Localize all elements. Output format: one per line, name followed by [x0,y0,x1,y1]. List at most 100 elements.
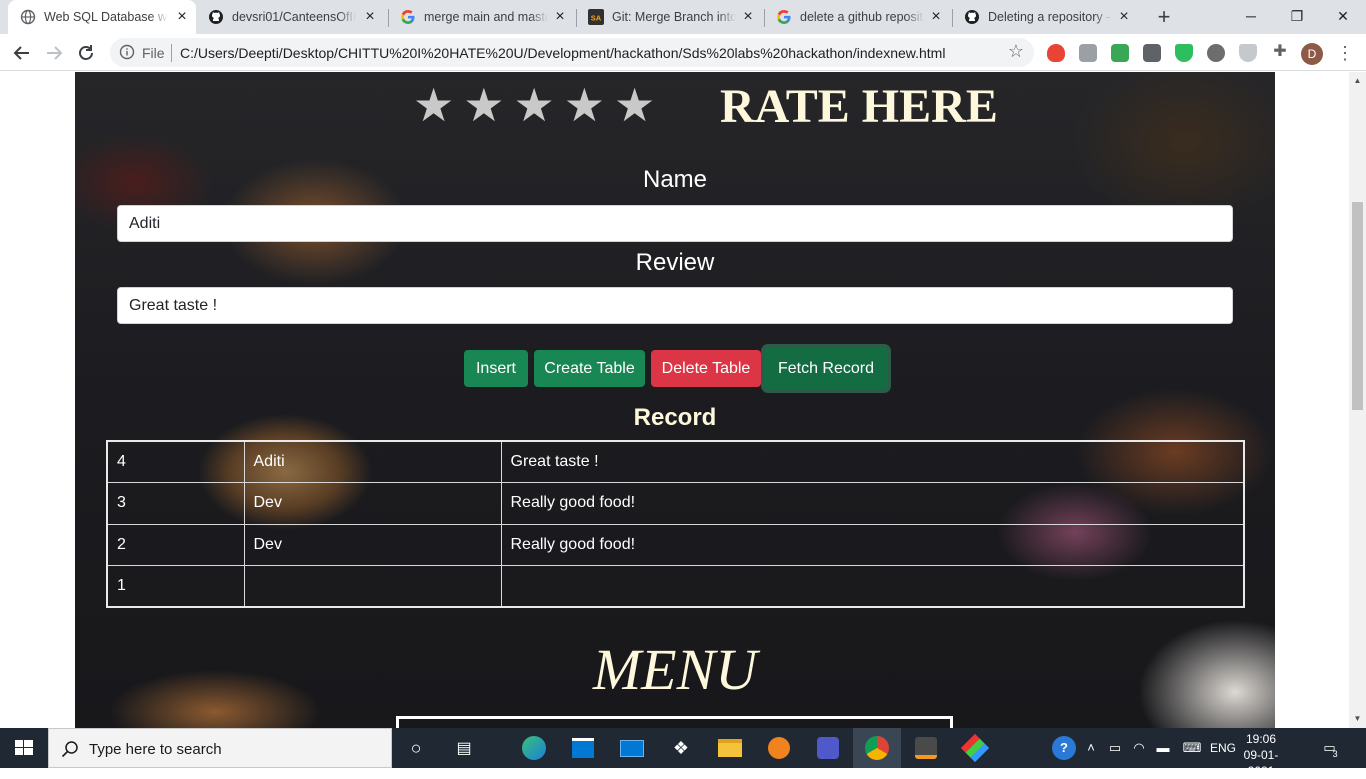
taskbar-clock[interactable]: 19:06 09-01-2021 [1234,731,1288,779]
keyboard-icon[interactable]: ⌨ [1180,738,1204,758]
vpn-extension-icon[interactable] [1207,44,1225,62]
table-cell-id: 3 [106,482,245,525]
github-icon [965,10,979,24]
mail-icon[interactable] [608,728,656,768]
download-extension-icon[interactable] [1111,44,1129,62]
battery-icon[interactable]: ▬ [1154,738,1172,758]
table-row: 1 [106,565,1245,608]
info-icon[interactable] [119,44,135,60]
store-icon[interactable] [559,728,607,768]
rating-stars[interactable]: ★★★★★ [413,76,664,134]
tab-title: Web SQL Database with [44,9,168,25]
table-cell-id: 2 [106,523,245,566]
rate-here-heading: RATE HERE [720,80,998,133]
clock-date: 09-01-2021 [1243,748,1279,778]
close-icon[interactable]: × [552,9,568,25]
edge-icon[interactable] [510,728,558,768]
dropbox-icon[interactable]: ❖ [657,728,705,768]
minimize-button[interactable]: ─ [1228,0,1274,32]
start-button[interactable] [0,728,48,768]
arrow-right-icon [47,46,63,60]
github-icon [209,10,223,24]
scroll-up-icon[interactable]: ▲ [1349,74,1366,88]
new-tab-button[interactable]: + [1152,6,1176,30]
table-cell-review: Really good food! [500,523,1245,566]
address-bar[interactable]: File C:/Users/Deepti/Desktop/CHITTU%20I%… [110,38,1034,67]
record-heading: Record [633,404,717,431]
tab-strip: Web SQL Database with × devsri01/Canteen… [0,0,1366,34]
tab-git-merge[interactable]: SA Git: Merge Branch into × [576,0,764,34]
name-input[interactable]: Aditi [117,205,1233,242]
taskbar-search[interactable]: Type here to search [48,728,392,768]
scheme-label: File [142,45,165,61]
puzzle-extensions-icon[interactable]: ✚ [1268,41,1292,65]
close-icon[interactable]: × [1116,9,1132,25]
teams-icon[interactable] [804,728,852,768]
cortana-icon[interactable]: ○ [392,728,440,768]
insert-button[interactable]: Insert [464,350,528,387]
wifi-icon[interactable]: ◠ [1130,738,1148,758]
clock-time: 19:06 [1245,732,1277,746]
create-table-button[interactable]: Create Table [534,350,645,387]
lock-extension-icon[interactable] [1079,44,1097,62]
sublime-text-icon[interactable] [902,728,950,768]
table-cell-id: 4 [106,440,245,483]
page-scrollbar[interactable]: ▲ ▼ [1349,72,1366,728]
bookmark-star-icon[interactable]: ☆ [1008,41,1024,62]
table-cell-name [243,565,502,608]
forward-button[interactable] [42,41,66,65]
review-label: Review [635,249,715,276]
google-icon [401,10,415,24]
restore-button[interactable]: ❐ [1274,0,1320,32]
brave-shield-icon[interactable] [1047,44,1065,62]
table-cell-id: 1 [106,565,245,608]
table-cell-name: Dev [243,482,502,525]
tab-delete-repo[interactable]: delete a github reposito × [764,0,952,34]
chrome-icon[interactable] [853,728,901,768]
scroll-down-icon[interactable]: ▼ [1349,712,1366,726]
meet-now-icon[interactable]: ▭ [1106,738,1124,758]
git-client-icon[interactable] [951,728,999,768]
tab-title: delete a github reposito [800,9,924,25]
fetch-record-button[interactable]: Fetch Record [764,347,888,390]
close-icon[interactable]: × [928,9,944,25]
app-orange-icon[interactable] [755,728,803,768]
review-input[interactable]: Great taste ! [117,287,1233,324]
shield-check-icon[interactable] [1175,44,1193,62]
url-text[interactable]: C:/Users/Deepti/Desktop/CHITTU%20I%20HAT… [180,45,945,61]
reload-icon [79,45,93,60]
reload-button[interactable] [74,41,98,65]
task-view-icon[interactable]: ▤ [440,728,488,768]
notification-count: 3 [1332,749,1338,759]
kebab-menu-icon[interactable]: ⋮ [1336,42,1354,64]
tab-title: devsri01/CanteensOfIIT [232,9,356,25]
close-icon[interactable]: × [174,9,190,25]
table-cell-review: Really good food! [500,482,1245,525]
close-window-button[interactable]: ✕ [1320,0,1366,32]
close-icon[interactable]: × [362,9,378,25]
tab-merge-main[interactable]: merge main and master × [388,0,576,34]
table-cell-review: Great taste ! [500,440,1245,483]
tab-web-sql[interactable]: Web SQL Database with × [8,0,196,34]
tab-github-canteens[interactable]: devsri01/CanteensOfIIT × [196,0,388,34]
help-icon[interactable]: ? [1052,736,1076,760]
page-viewport: ★★★★★ RATE HERE Name Aditi Review Great … [0,72,1366,728]
tab-deleting-repo[interactable]: Deleting a repository - G × [952,0,1140,34]
file-explorer-icon[interactable] [706,728,754,768]
back-button[interactable] [10,41,34,65]
svg-text:SA: SA [591,14,602,23]
chevron-up-icon[interactable]: ˄ [1082,738,1100,758]
record-table: 4 Aditi Great taste ! 3 Dev Really good … [106,440,1245,608]
close-icon[interactable]: × [740,9,756,25]
notification-center-icon[interactable]: ▭3 [1318,738,1346,759]
table-cell-review [500,565,1245,608]
table-row: 3 Dev Really good food! [106,482,1245,525]
profile-avatar[interactable]: D [1301,43,1323,65]
scrollbar-thumb[interactable] [1352,202,1363,410]
tab-title: Deleting a repository - G [988,9,1112,25]
spices-background: ★★★★★ RATE HERE Name Aditi Review Great … [75,72,1275,728]
privacy-shield-icon[interactable] [1239,44,1257,62]
facebook-icon[interactable] [1143,44,1161,62]
delete-table-button[interactable]: Delete Table [651,350,761,387]
globe-icon [20,9,36,25]
